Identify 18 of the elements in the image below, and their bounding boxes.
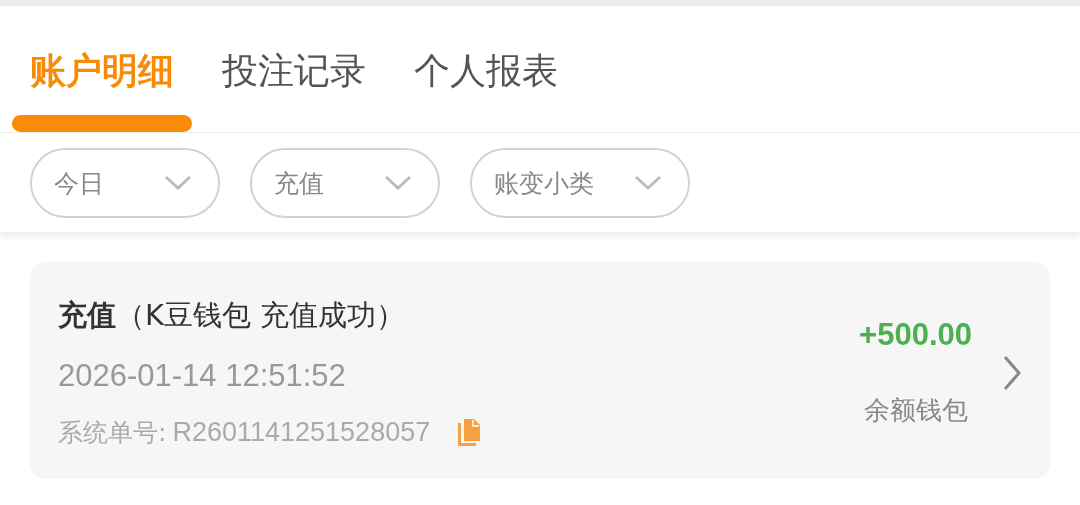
chevron-down-icon — [384, 175, 412, 191]
record-card[interactable]: 充值（K豆钱包 充值成功） 2026-01-14 12:51:52 系统单号: R2601141251528057 +500.00 余额钱包 — [30, 262, 1050, 479]
copy-icon[interactable] — [456, 417, 483, 448]
order-label: 系统单号: — [58, 417, 167, 449]
order-number: R2601141251528057 — [172, 417, 431, 448]
record-title: 充值（K豆钱包 充值成功） — [58, 297, 407, 334]
tab[interactable]: 个人报表 — [414, 46, 558, 96]
wallet-name: 余额钱包 — [863, 394, 968, 427]
tab[interactable]: 账户明细 — [30, 46, 174, 96]
filter-dropdown[interactable]: 今日 — [30, 148, 220, 218]
filter-dropdown[interactable]: 账变小类 — [470, 148, 690, 218]
chevron-right-icon — [1002, 354, 1022, 391]
chevron-down-icon — [634, 175, 662, 191]
tab[interactable]: 投注记录 — [222, 46, 366, 96]
filter-dropdown[interactable]: 充值 — [250, 148, 440, 218]
chevron-down-icon — [164, 175, 192, 191]
record-time: 2026-01-14 12:51:52 — [58, 358, 347, 394]
record-amount: +500.00 — [859, 317, 972, 353]
